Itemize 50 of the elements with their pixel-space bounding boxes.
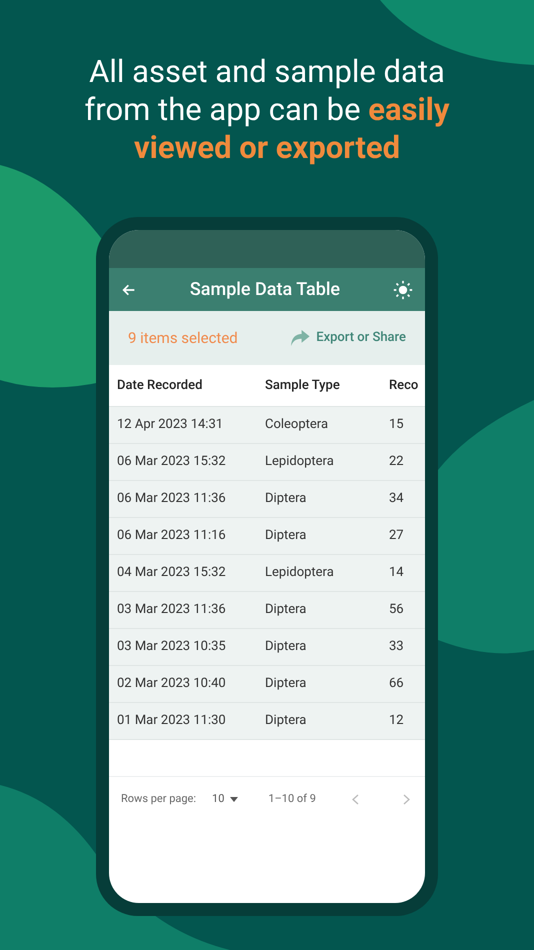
table-cell-text: Lepidoptera	[264, 453, 335, 472]
table-row[interactable]: 03 Mar 2023 10:35 Diptera 33	[109, 629, 425, 666]
page-range: 1–10 of 9	[268, 790, 316, 807]
table-cell-text: Diptera	[264, 527, 308, 546]
table-row[interactable]: 04 Mar 2023 15:32 Lepidoptera 14	[109, 555, 425, 592]
table-cell-text: 12 Apr 2023 14:31	[116, 416, 224, 434]
table-cell-text: 34	[388, 490, 404, 508]
table-cell-text: Coleoptera	[264, 416, 330, 434]
sun-icon[interactable]	[393, 280, 413, 300]
table-cell-text: 01 Mar 2023 11:30	[116, 712, 227, 730]
table-cell-text: Diptera	[264, 712, 308, 730]
table-cell-text: 15	[388, 416, 404, 434]
table-cell-text: Diptera	[264, 601, 308, 620]
column-header: Sample Type	[264, 376, 341, 395]
table-cell-text: 22	[388, 453, 404, 472]
column-header: Reco	[388, 376, 418, 395]
table-row[interactable]: 02 Mar 2023 10:40 Diptera 66	[109, 666, 425, 703]
dropdown-caret-icon	[230, 796, 238, 802]
table-cell-text: 06 Mar 2023 15:32	[116, 453, 227, 472]
table-cell-text: 06 Mar 2023 11:36	[116, 490, 227, 508]
table-cell-text: 02 Mar 2023 10:40	[116, 675, 227, 694]
table-cell-text: Diptera	[264, 638, 308, 656]
app-title: Sample Data Table	[188, 278, 342, 302]
table-cell-text: 04 Mar 2023 15:32	[116, 564, 227, 582]
back-arrow-icon[interactable]	[121, 282, 137, 298]
export-share-button[interactable]: Export or Share	[290, 328, 406, 348]
rows-per-page-label: Rows per page:	[121, 790, 196, 807]
table-cell-text: 03 Mar 2023 10:35	[116, 638, 227, 656]
table-row[interactable]: 06 Mar 2023 11:36 Diptera 34	[109, 481, 425, 518]
table-cell-text: Diptera	[264, 675, 308, 694]
column-header: Date Recorded	[116, 376, 204, 395]
table-row[interactable]: 01 Mar 2023 11:30 Diptera 12	[109, 703, 425, 740]
table-cell-text: 66	[388, 675, 404, 694]
rows-per-page-select[interactable]: 10	[212, 790, 238, 808]
table-cell-text: Lepidoptera	[264, 564, 335, 582]
table-row[interactable]: 03 Mar 2023 11:36 Diptera 56	[109, 592, 425, 629]
headline: All asset and sample data from the app can be easily viewed or exported	[84, 53, 450, 167]
table-cell-text: 33	[388, 638, 404, 656]
table-row[interactable]: 06 Mar 2023 15:32 Lepidoptera 22	[109, 444, 425, 481]
table-row[interactable]: 06 Mar 2023 11:16 Diptera 27	[109, 518, 425, 555]
table-cell-text: 12	[388, 712, 404, 730]
table-cell-text: 14	[388, 564, 404, 582]
selected-count: 9 items selected	[128, 328, 238, 349]
table-row[interactable]: 12 Apr 2023 14:31 Coleoptera 15	[109, 407, 425, 444]
table-cell-text: 27	[388, 527, 404, 546]
table-cell-text: 03 Mar 2023 11:36	[116, 601, 227, 620]
table-cell-text: Diptera	[264, 490, 308, 508]
share-arrow-icon	[290, 330, 310, 346]
table-cell-text: 56	[388, 601, 404, 620]
table-cell-text: 06 Mar 2023 11:16	[116, 527, 227, 546]
